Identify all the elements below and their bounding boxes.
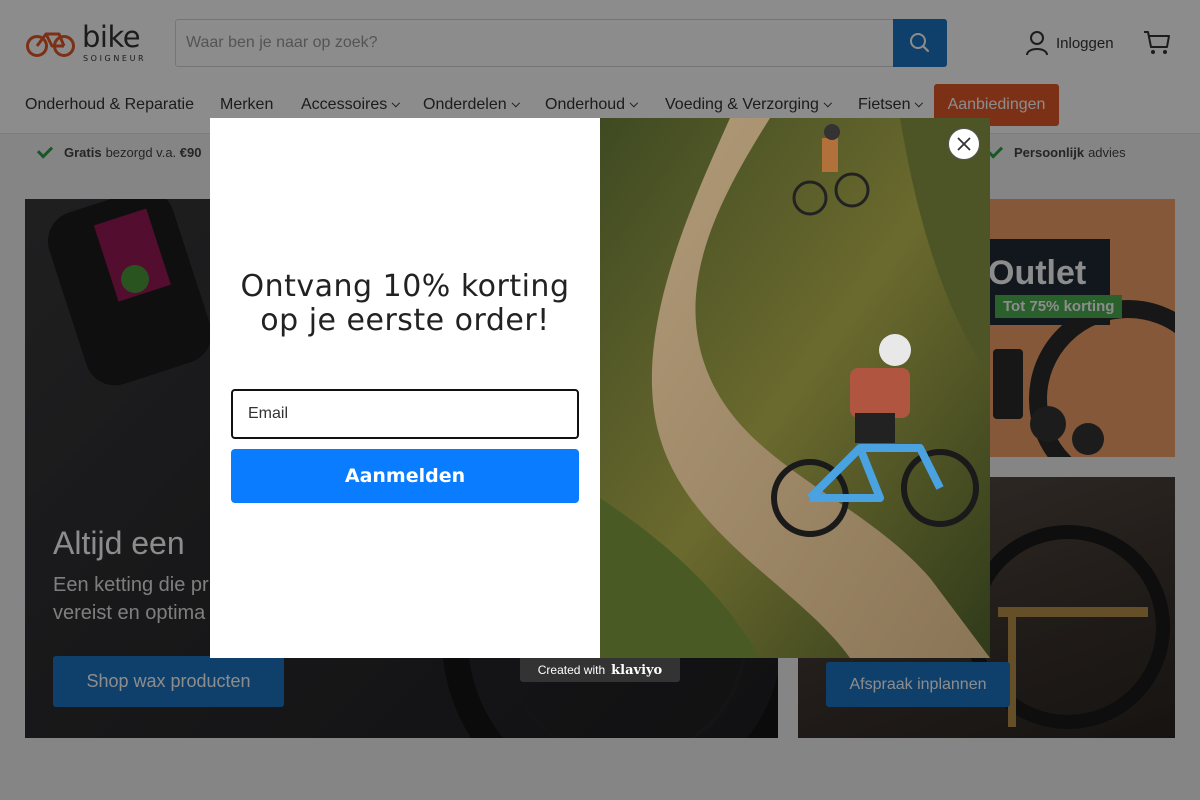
discount-popup: Ontvang 10% korting op je eerste order! … [210,118,990,658]
created-with-label: Created with [537,663,606,677]
klaviyo-brand: klaviyo [611,662,663,678]
close-icon [957,137,971,151]
close-popup-button[interactable] [948,128,980,160]
mountain-bike-photo [600,118,990,658]
popup-heading-line: op je eerste order! [260,303,550,338]
popup-heading: Ontvang 10% korting op je eerste order! [230,270,580,338]
popup-image [600,118,990,658]
popup-form-panel: Ontvang 10% korting op je eerste order! … [210,118,600,658]
popup-heading-line: Ontvang 10% korting [240,269,570,304]
email-field[interactable] [231,389,579,439]
signup-button[interactable]: Aanmelden [231,449,579,503]
klaviyo-badge[interactable]: Created with klaviyo [520,658,680,682]
